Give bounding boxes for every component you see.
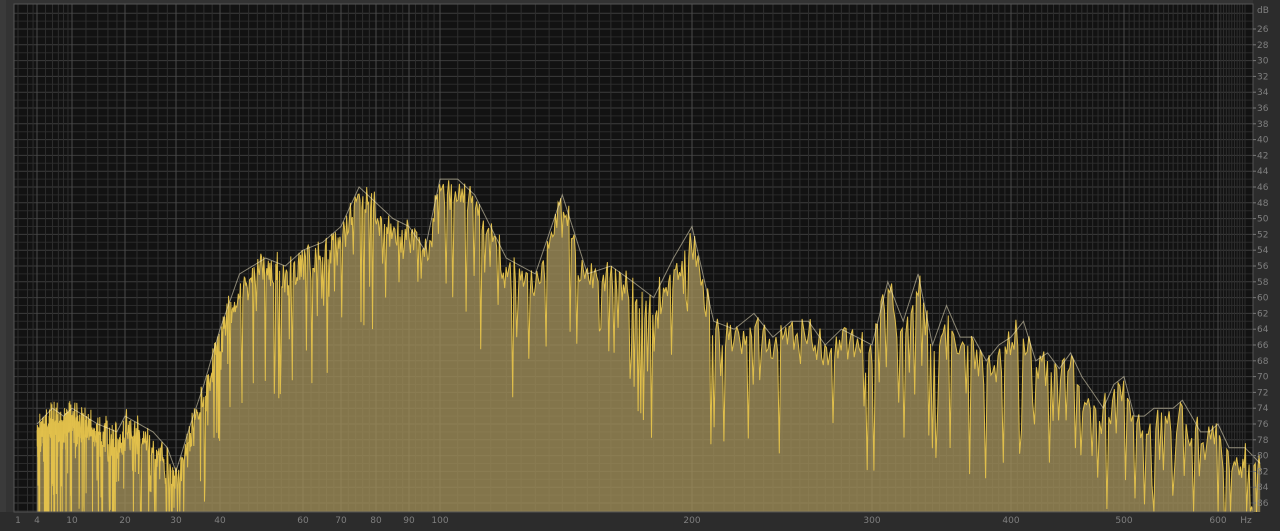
x-tick-label: 300	[863, 516, 880, 526]
y-tick-label: 72	[1257, 388, 1268, 398]
x-tick-label: 1	[15, 516, 21, 526]
y-tick-label: 32	[1257, 72, 1268, 82]
spectrum-analyzer: dB 26 28 30 32 34 36 38 40 42 44 46 48 50 52 54 56 58 60 62…	[0, 0, 1280, 531]
y-tick-label: 40	[1257, 136, 1269, 146]
y-tick-label: 62	[1257, 309, 1268, 319]
x-tick-label: 20	[119, 516, 131, 526]
y-tick-label: 82	[1257, 467, 1268, 477]
x-tick-label: 600	[1209, 516, 1226, 526]
y-tick-label: 78	[1257, 436, 1269, 446]
y-tick-label: 38	[1257, 120, 1269, 130]
y-tick-label: 42	[1257, 151, 1268, 161]
bottom-scale-panel	[0, 512, 1280, 531]
y-tick-label: 36	[1257, 104, 1269, 114]
x-tick-label: 100	[431, 516, 448, 526]
y-tick-label: 80	[1257, 452, 1269, 462]
y-tick-label: 64	[1257, 325, 1269, 335]
x-tick-label: 500	[1115, 516, 1132, 526]
y-tick-label: 28	[1257, 41, 1269, 51]
y-tick-label: 68	[1257, 357, 1269, 367]
x-tick-label: 80	[370, 516, 382, 526]
y-tick-label: 46	[1257, 183, 1269, 193]
left-border	[0, 0, 6, 531]
x-unit-label: Hz	[1240, 516, 1252, 526]
y-tick-label: 34	[1257, 88, 1269, 98]
y-tick-label: 76	[1257, 420, 1269, 430]
x-tick-label: 90	[403, 516, 415, 526]
y-tick-label: 54	[1257, 246, 1269, 256]
x-tick-label: 10	[66, 516, 78, 526]
y-tick-label: 48	[1257, 199, 1269, 209]
x-tick-label: 40	[214, 516, 226, 526]
y-tick-label: 56	[1257, 262, 1269, 272]
y-tick-label: 66	[1257, 341, 1269, 351]
x-tick-label: 30	[170, 516, 182, 526]
y-tick-label: 70	[1257, 373, 1269, 383]
y-tick-label: 74	[1257, 404, 1269, 414]
x-tick-label: 70	[335, 516, 347, 526]
spectrum-chart: dB 26 28 30 32 34 36 38 40 42 44 46 48 50 52 54 56 58 60 62…	[0, 0, 1280, 531]
y-tick-label: 44	[1257, 167, 1269, 177]
x-tick-label: 400	[1002, 516, 1019, 526]
y-tick-label: 30	[1257, 57, 1269, 67]
y-unit-label: dB	[1257, 6, 1269, 16]
y-tick-label: 50	[1257, 215, 1269, 225]
y-tick-label: 58	[1257, 278, 1269, 288]
y-tick-label: 26	[1257, 25, 1269, 35]
y-tick-label: 60	[1257, 294, 1269, 304]
x-tick-label: 4	[34, 516, 40, 526]
y-tick-label: 86	[1257, 499, 1269, 509]
y-tick-label: 84	[1257, 483, 1269, 493]
x-tick-label: 60	[297, 516, 309, 526]
x-tick-label: 200	[683, 516, 700, 526]
y-tick-label: 52	[1257, 230, 1268, 240]
